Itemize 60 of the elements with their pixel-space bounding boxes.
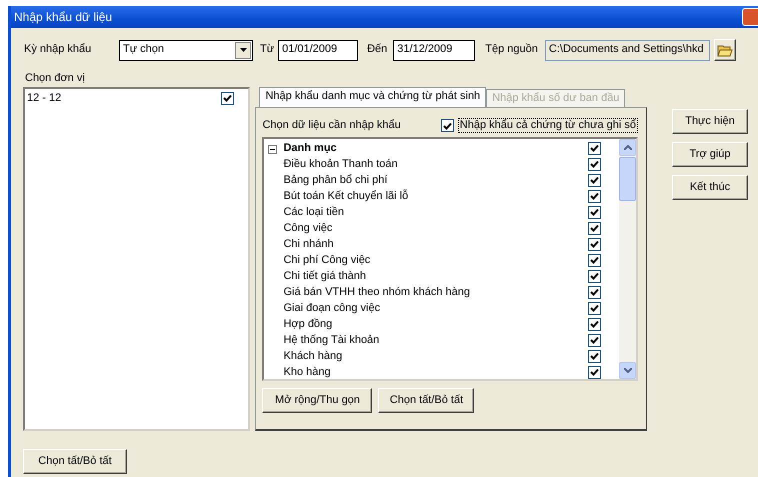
button[interactable]: Thực hiện [672,109,748,134]
category-label[interactable]: Danh mục [283,142,588,155]
checkbox[interactable] [440,119,454,132]
tree-item[interactable]: Chi tiết giá thành [283,270,588,283]
checkbox[interactable] [588,350,601,363]
tree-item[interactable]: Chi phí Công việc [283,254,588,267]
tree-item[interactable]: Công việc [283,222,588,235]
close-button[interactable] [742,8,758,26]
checkbox[interactable] [588,174,601,187]
tree-item[interactable]: Giai đoạn công việc [283,302,588,315]
button[interactable]: Kết thúc [672,175,748,200]
folder-button[interactable] [714,39,736,61]
tree-item[interactable]: Khách hàng [283,350,588,363]
tree-item[interactable]: Giá bán VTHH theo nhóm khách hàng [283,286,588,299]
date-field[interactable]: 01/01/2009 [278,40,358,60]
field-label: Tệp nguồn [485,43,538,57]
tree-item[interactable]: Kho hàng [283,366,588,379]
tree-item[interactable]: Bút toán Kết chuyển lãi lỗ [283,190,588,203]
tree-item[interactable]: Chi nhánh [283,238,588,251]
scroll-down-icon[interactable] [619,362,636,380]
unit-name: 12 - 12 [27,92,62,105]
checkbox[interactable] [588,270,601,283]
field-label: Kỳ nhập khẩu [23,43,92,57]
select-all-button[interactable]: Chọn tất/Bỏ tất [23,449,127,474]
button[interactable]: Mở rộng/Thu gọn [262,388,372,414]
scroll-up-icon[interactable] [619,139,636,156]
scroll-thumb[interactable] [619,157,636,202]
tree-item[interactable]: Hợp đồng [283,318,588,331]
checkbox[interactable] [588,206,601,219]
checkbox[interactable] [588,190,601,203]
checkbox[interactable] [588,286,601,299]
source-file-field: C:\Documents and Settings\hkd [544,40,710,60]
field-label: Từ [260,43,274,57]
checkbox[interactable] [221,92,234,105]
scrollbar[interactable] [619,139,636,380]
checkbox[interactable] [588,222,601,235]
checkbox[interactable] [588,334,601,347]
expander-icon[interactable] [268,144,278,153]
field-label: Đến [367,43,388,57]
window-title: Nhập khẩu dữ liệu [14,10,112,24]
button[interactable]: Chọn tất/Bỏ tất [378,388,474,414]
checkbox[interactable] [588,302,601,315]
checkbox[interactable] [588,366,601,379]
checkbox-label[interactable]: Nhập khẩu cả chứng từ chưa ghi sổ [458,118,638,134]
checkbox[interactable] [588,142,601,155]
tree-item[interactable]: Hệ thống Tài khoản [283,334,588,347]
section-label: Chọn đơn vị [25,72,86,86]
period-dropdown[interactable]: Tự chọn [119,40,253,60]
checkbox[interactable] [588,254,601,267]
tree-item[interactable]: Điều khoản Thanh toán [283,158,588,171]
button[interactable]: Trợ giúp [672,142,748,168]
folder-icon [716,43,733,57]
tree-item[interactable]: Bảng phân bổ chi phí [283,174,588,187]
checkbox[interactable] [588,158,601,171]
date-field[interactable]: 31/12/2009 [393,40,476,60]
tab[interactable]: Nhập khẩu danh mục và chứng từ phát sinh [259,87,486,108]
section-label: Chọn dữ liệu cần nhập khẩu [262,119,401,132]
tree-item[interactable]: Các loại tiền [283,206,588,219]
checkbox[interactable] [588,318,601,331]
checkbox[interactable] [588,238,601,251]
